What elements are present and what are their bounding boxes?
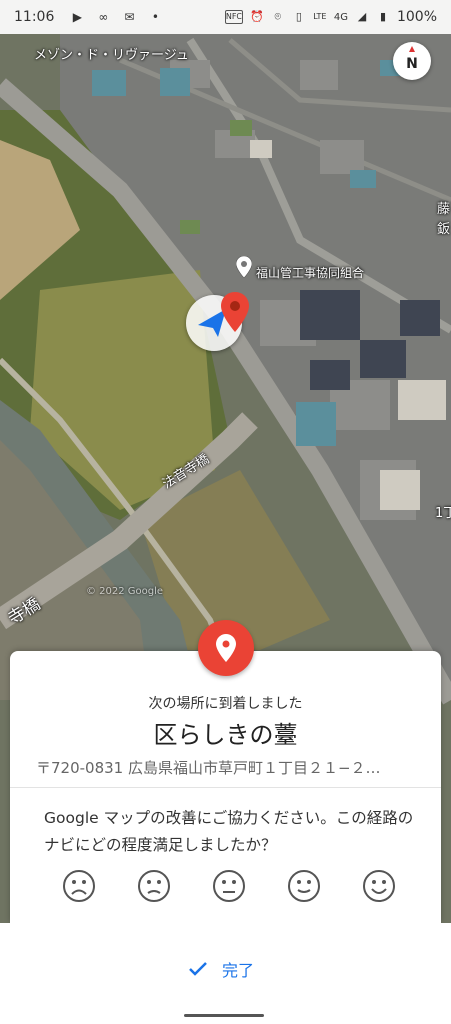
map-label-maison[interactable]: メゾン・ド・リヴァージュ <box>34 44 189 63</box>
status-time: 11:06 <box>14 9 55 25</box>
map-watermark: © 2022 Google <box>86 586 164 597</box>
nfc-icon: NFC <box>224 10 243 24</box>
arrived-text: 次の場所に到着しました <box>148 696 303 712</box>
very-satisfied-icon[interactable] <box>362 869 396 903</box>
card-location-pin-icon <box>198 620 254 676</box>
arrival-card: 次の場所に到着しました 区らしきの薹 〒720-0831 広島県福山市草戸町１丁… <box>10 651 441 923</box>
place-name[interactable]: 区らしきの薹 <box>10 715 441 750</box>
location-icon: ⌾ <box>274 10 282 23</box>
battery-icon: ▮ <box>379 10 386 23</box>
place-address: 〒720-0831 広島県福山市草戸町１丁目２１−２… <box>36 759 381 777</box>
dissatisfied-icon[interactable] <box>137 869 171 903</box>
map-label-poi[interactable]: 福山管工事協同組合 <box>256 264 364 281</box>
alarm-icon: ⏰ <box>249 10 264 23</box>
map-label-right-mid: 1丁 <box>435 506 451 521</box>
divider <box>10 787 441 788</box>
compass-button[interactable]: N <box>393 42 431 80</box>
network-type: 4G <box>333 11 348 23</box>
compass-needle-icon <box>409 46 415 52</box>
vibrate-icon: ▯ <box>295 10 302 23</box>
done-label: 完了 <box>222 961 255 980</box>
feedback-prompt: Google マップの改善にご協力ください。この経路のナビにどの程度満足しました… <box>44 809 414 854</box>
voicemail-icon: ∞ <box>98 10 109 24</box>
neutral-icon[interactable] <box>212 869 246 903</box>
mail-icon: ✉ <box>124 10 135 24</box>
poi-pin-icon[interactable] <box>236 256 252 278</box>
check-icon <box>189 962 207 976</box>
satisfied-icon[interactable] <box>287 869 321 903</box>
map-label-right-top: 藤 鈑 <box>437 202 451 237</box>
very-dissatisfied-icon[interactable] <box>62 869 96 903</box>
gesture-handle[interactable] <box>184 1014 264 1017</box>
rating-row <box>62 869 396 903</box>
destination-pin-icon[interactable] <box>221 292 249 332</box>
play-icon: ▶ <box>72 10 82 24</box>
dot-icon: • <box>151 10 159 24</box>
volte-icon: LTE <box>313 12 327 21</box>
compass-label: N <box>406 56 418 72</box>
status-bar: 11:06 ▶ ∞ ✉ • NFC ⏰ ⌾ ▯ LTE 4G ◢ ▮ 100% <box>0 0 451 34</box>
signal-icon: ◢ <box>357 10 367 23</box>
bottom-action-bar: 完了 <box>0 923 451 1024</box>
done-button[interactable]: 完了 <box>188 957 254 981</box>
battery-percent: 100% <box>396 9 437 25</box>
